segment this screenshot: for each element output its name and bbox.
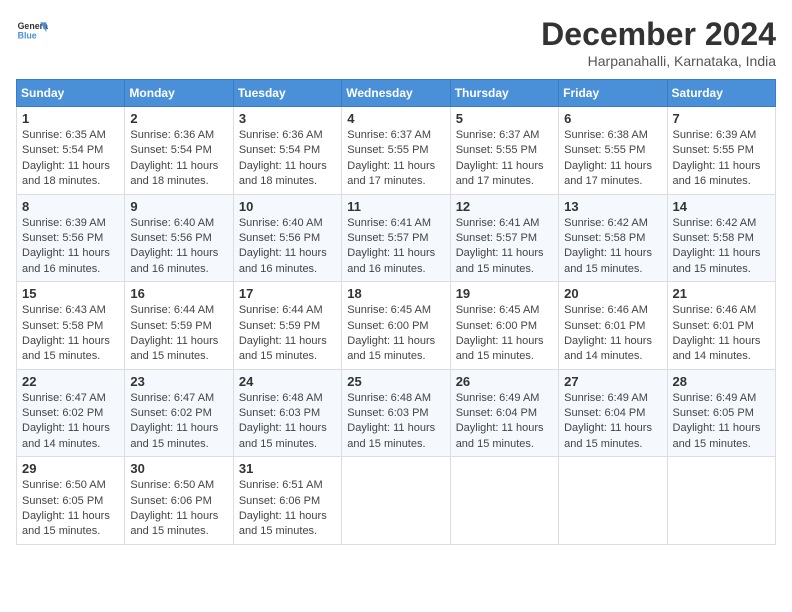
day-cell-12: 12 Sunrise: 6:41 AMSunset: 5:57 PMDaylig… [450,194,558,282]
day-cell-22: 22 Sunrise: 6:47 AMSunset: 6:02 PMDaylig… [17,369,125,457]
day-cell-3: 3 Sunrise: 6:36 AMSunset: 5:54 PMDayligh… [233,107,341,195]
day-cell-29: 29 Sunrise: 6:50 AMSunset: 6:05 PMDaylig… [17,457,125,545]
day-cell-1: 1 Sunrise: 6:35 AMSunset: 5:54 PMDayligh… [17,107,125,195]
calendar-row-1: 1 Sunrise: 6:35 AMSunset: 5:54 PMDayligh… [17,107,776,195]
day-cell-8: 8 Sunrise: 6:39 AMSunset: 5:56 PMDayligh… [17,194,125,282]
col-tuesday: Tuesday [233,80,341,107]
day-cell-14: 14 Sunrise: 6:42 AMSunset: 5:58 PMDaylig… [667,194,775,282]
empty-cell-4 [667,457,775,545]
day-cell-4: 4 Sunrise: 6:37 AMSunset: 5:55 PMDayligh… [342,107,450,195]
day-cell-28: 28 Sunrise: 6:49 AMSunset: 6:05 PMDaylig… [667,369,775,457]
col-saturday: Saturday [667,80,775,107]
col-friday: Friday [559,80,667,107]
empty-cell-3 [559,457,667,545]
day-cell-21: 21 Sunrise: 6:46 AMSunset: 6:01 PMDaylig… [667,282,775,370]
day-cell-9: 9 Sunrise: 6:40 AMSunset: 5:56 PMDayligh… [125,194,233,282]
page-header: General Blue December 2024 Harpanahalli,… [16,16,776,69]
calendar-header-row: Sunday Monday Tuesday Wednesday Thursday… [17,80,776,107]
day-cell-11: 11 Sunrise: 6:41 AMSunset: 5:57 PMDaylig… [342,194,450,282]
day-cell-6: 6 Sunrise: 6:38 AMSunset: 5:55 PMDayligh… [559,107,667,195]
col-monday: Monday [125,80,233,107]
day-cell-5: 5 Sunrise: 6:37 AMSunset: 5:55 PMDayligh… [450,107,558,195]
title-block: December 2024 Harpanahalli, Karnataka, I… [541,16,776,69]
calendar-row-2: 8 Sunrise: 6:39 AMSunset: 5:56 PMDayligh… [17,194,776,282]
day-cell-30: 30 Sunrise: 6:50 AMSunset: 6:06 PMDaylig… [125,457,233,545]
day-cell-7: 7 Sunrise: 6:39 AMSunset: 5:55 PMDayligh… [667,107,775,195]
calendar-row-3: 15 Sunrise: 6:43 AMSunset: 5:58 PMDaylig… [17,282,776,370]
month-title: December 2024 [541,16,776,53]
calendar-table: Sunday Monday Tuesday Wednesday Thursday… [16,79,776,545]
day-cell-20: 20 Sunrise: 6:46 AMSunset: 6:01 PMDaylig… [559,282,667,370]
day-cell-2: 2 Sunrise: 6:36 AMSunset: 5:54 PMDayligh… [125,107,233,195]
day-cell-13: 13 Sunrise: 6:42 AMSunset: 5:58 PMDaylig… [559,194,667,282]
location-title: Harpanahalli, Karnataka, India [541,53,776,69]
day-cell-24: 24 Sunrise: 6:48 AMSunset: 6:03 PMDaylig… [233,369,341,457]
day-cell-23: 23 Sunrise: 6:47 AMSunset: 6:02 PMDaylig… [125,369,233,457]
day-cell-26: 26 Sunrise: 6:49 AMSunset: 6:04 PMDaylig… [450,369,558,457]
calendar-row-4: 22 Sunrise: 6:47 AMSunset: 6:02 PMDaylig… [17,369,776,457]
col-thursday: Thursday [450,80,558,107]
calendar-row-5: 29 Sunrise: 6:50 AMSunset: 6:05 PMDaylig… [17,457,776,545]
day-cell-31: 31 Sunrise: 6:51 AMSunset: 6:06 PMDaylig… [233,457,341,545]
day-cell-27: 27 Sunrise: 6:49 AMSunset: 6:04 PMDaylig… [559,369,667,457]
logo-icon: General Blue [16,16,48,48]
day-cell-18: 18 Sunrise: 6:45 AMSunset: 6:00 PMDaylig… [342,282,450,370]
empty-cell-2 [450,457,558,545]
col-sunday: Sunday [17,80,125,107]
logo: General Blue [16,16,48,48]
day-cell-19: 19 Sunrise: 6:45 AMSunset: 6:00 PMDaylig… [450,282,558,370]
empty-cell-1 [342,457,450,545]
day-cell-25: 25 Sunrise: 6:48 AMSunset: 6:03 PMDaylig… [342,369,450,457]
day-cell-10: 10 Sunrise: 6:40 AMSunset: 5:56 PMDaylig… [233,194,341,282]
svg-text:Blue: Blue [18,30,37,40]
col-wednesday: Wednesday [342,80,450,107]
day-cell-15: 15 Sunrise: 6:43 AMSunset: 5:58 PMDaylig… [17,282,125,370]
day-cell-16: 16 Sunrise: 6:44 AMSunset: 5:59 PMDaylig… [125,282,233,370]
day-cell-17: 17 Sunrise: 6:44 AMSunset: 5:59 PMDaylig… [233,282,341,370]
